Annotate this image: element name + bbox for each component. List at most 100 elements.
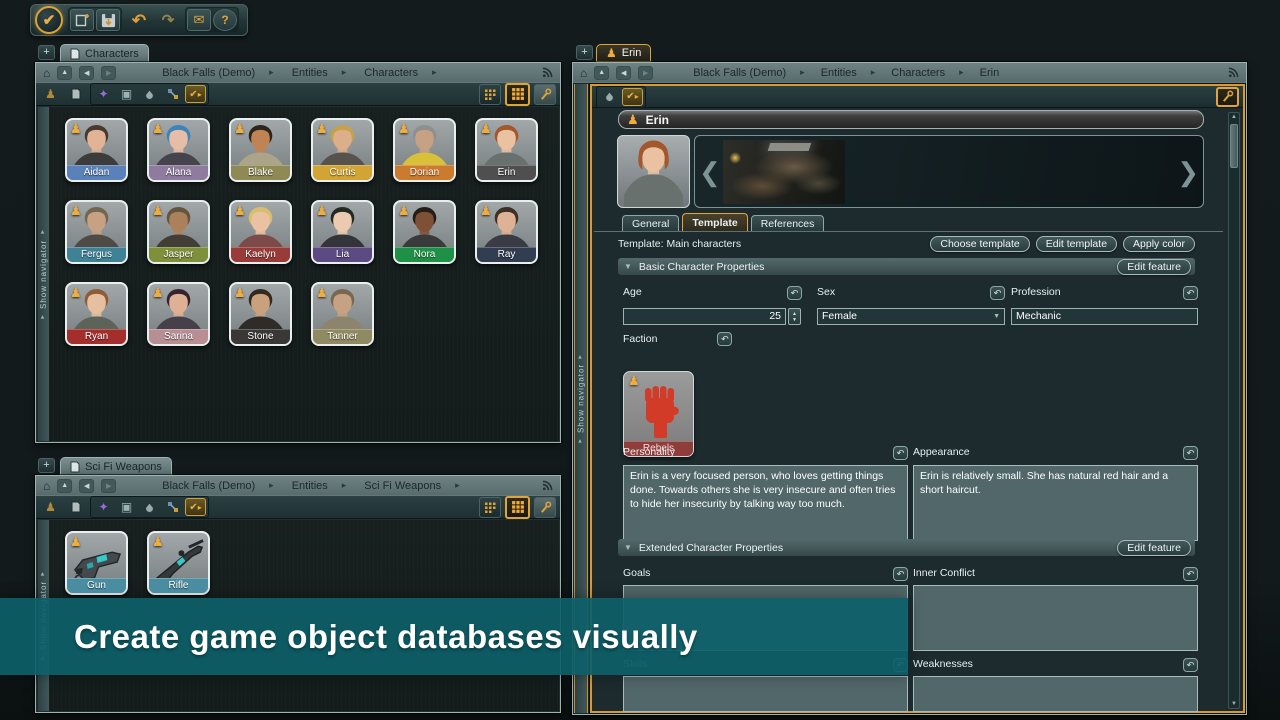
tools-button[interactable] bbox=[534, 497, 556, 518]
weapons-tab[interactable]: Sci Fi Weapons bbox=[60, 457, 172, 475]
entity-icon[interactable]: ♟ bbox=[40, 498, 61, 516]
revert-goals-button[interactable]: ↶ bbox=[893, 567, 908, 581]
entity-card[interactable]: ♟ Rifle bbox=[147, 531, 210, 595]
entity-card[interactable]: ♟ Lia bbox=[311, 200, 374, 264]
breadcrumb-item[interactable]: Sci Fi Weapons bbox=[364, 480, 441, 492]
home-icon[interactable]: ⌂ bbox=[580, 66, 587, 80]
age-stepper[interactable]: ▲▼ bbox=[788, 308, 801, 325]
breadcrumb-item[interactable]: Entities bbox=[821, 67, 857, 79]
scroll-up-icon[interactable]: ▲ bbox=[1229, 114, 1239, 120]
jump-to-icon[interactable]: ✔▸ bbox=[185, 498, 206, 516]
help-button[interactable]: ? bbox=[213, 9, 237, 31]
entity-card[interactable]: ♟ Sarina bbox=[147, 282, 210, 346]
grid-view-button[interactable] bbox=[505, 83, 530, 106]
extended-properties-header[interactable]: ▼ Extended Character Properties Edit fea… bbox=[618, 539, 1195, 556]
workshop-image[interactable] bbox=[723, 140, 845, 204]
weaknesses-textarea[interactable] bbox=[913, 676, 1198, 712]
forward-button[interactable]: ▶ bbox=[101, 66, 116, 80]
rss-icon[interactable] bbox=[542, 480, 553, 491]
show-navigator-toggle[interactable]: Show navigator bbox=[37, 107, 49, 441]
back-button[interactable]: ◀ bbox=[616, 66, 631, 80]
rss-icon[interactable] bbox=[542, 67, 553, 78]
entity-card[interactable]: ♟ Dorian bbox=[393, 118, 456, 182]
rss-icon[interactable] bbox=[1228, 67, 1239, 78]
entity-card[interactable]: ♟ Kaelyn bbox=[229, 200, 292, 264]
carousel-prev-icon[interactable]: ❮ bbox=[699, 159, 721, 185]
character-portrait[interactable] bbox=[617, 135, 690, 208]
new-document-button[interactable] bbox=[70, 9, 94, 31]
characters-tab[interactable]: Characters bbox=[60, 44, 149, 62]
frame-icon[interactable]: ▣ bbox=[116, 498, 137, 516]
appearance-textarea[interactable]: Erin is relatively small. She has natura… bbox=[913, 465, 1198, 541]
personality-textarea[interactable]: Erin is a very focused person, who loves… bbox=[623, 465, 908, 541]
entity-card[interactable]: ♟ Stone bbox=[229, 282, 292, 346]
breadcrumb-item[interactable]: Erin bbox=[980, 67, 1000, 79]
vertical-scrollbar[interactable]: ▲ ▼ bbox=[1228, 112, 1240, 709]
apply-color-button[interactable]: Apply color bbox=[1123, 236, 1195, 252]
entity-card[interactable]: ♟ Blake bbox=[229, 118, 292, 182]
object-title-bar[interactable]: ♟ Erin bbox=[618, 110, 1204, 129]
template-icon[interactable]: ✦ bbox=[93, 498, 114, 516]
scrollbar-thumb[interactable] bbox=[1230, 124, 1238, 168]
home-icon[interactable]: ⌂ bbox=[43, 66, 50, 80]
tab-general[interactable]: General bbox=[622, 215, 679, 232]
inner-conflict-textarea[interactable] bbox=[913, 585, 1198, 651]
app-logo-icon[interactable]: ✔ bbox=[35, 6, 63, 34]
breadcrumb-item[interactable]: Black Falls (Demo) bbox=[162, 67, 255, 79]
up-button[interactable]: ▲ bbox=[594, 66, 609, 80]
edit-feature-button[interactable]: Edit feature bbox=[1117, 259, 1191, 275]
list-view-button[interactable] bbox=[479, 84, 501, 105]
save-button[interactable] bbox=[96, 9, 120, 31]
forward-button[interactable]: ▶ bbox=[638, 66, 653, 80]
color-fill-icon[interactable] bbox=[139, 85, 160, 103]
connections-icon[interactable] bbox=[162, 85, 183, 103]
entity-card[interactable]: ♟ Nora bbox=[393, 200, 456, 264]
breadcrumb-item[interactable]: Black Falls (Demo) bbox=[162, 480, 255, 492]
sex-select[interactable]: Female ▼ bbox=[817, 308, 1005, 325]
journal-icon[interactable] bbox=[65, 498, 86, 516]
frame-icon[interactable]: ▣ bbox=[116, 85, 137, 103]
entity-card[interactable]: ♟ Fergus bbox=[65, 200, 128, 264]
revert-age-button[interactable]: ↶ bbox=[787, 286, 802, 300]
back-button[interactable]: ◀ bbox=[79, 479, 94, 493]
editor-new-tab-button[interactable]: + bbox=[576, 45, 593, 60]
carousel-next-icon[interactable]: ❯ bbox=[1177, 159, 1199, 185]
entity-card[interactable]: ♟ Tanner bbox=[311, 282, 374, 346]
entity-card[interactable]: ♟ Ryan bbox=[65, 282, 128, 346]
color-fill-icon[interactable] bbox=[139, 498, 160, 516]
up-button[interactable]: ▲ bbox=[57, 479, 72, 493]
faction-card[interactable]: ♟ Rebels bbox=[623, 371, 694, 457]
grid-view-button[interactable] bbox=[505, 496, 530, 519]
breadcrumb-item[interactable]: Characters bbox=[891, 67, 945, 79]
collapse-icon[interactable]: ▼ bbox=[624, 262, 632, 271]
breadcrumb-item[interactable]: Characters bbox=[364, 67, 418, 79]
entity-card[interactable]: ♟ Alana bbox=[147, 118, 210, 182]
revert-appearance-button[interactable]: ↶ bbox=[1183, 446, 1198, 460]
tools-button[interactable] bbox=[1216, 87, 1239, 107]
entity-card[interactable]: ♟ Gun bbox=[65, 531, 128, 595]
entity-card[interactable]: ♟ Aidan bbox=[65, 118, 128, 182]
forward-button[interactable]: ▶ bbox=[101, 479, 116, 493]
entity-card[interactable]: ♟ Erin bbox=[475, 118, 538, 182]
characters-new-tab-button[interactable]: + bbox=[38, 45, 55, 60]
revert-weaknesses-button[interactable]: ↶ bbox=[1183, 658, 1198, 672]
list-view-button[interactable] bbox=[479, 497, 501, 518]
edit-template-button[interactable]: Edit template bbox=[1036, 236, 1117, 252]
revert-sex-button[interactable]: ↶ bbox=[990, 286, 1005, 300]
breadcrumb-item[interactable]: Entities bbox=[292, 67, 328, 79]
entity-card[interactable]: ♟ Ray bbox=[475, 200, 538, 264]
back-button[interactable]: ◀ bbox=[79, 66, 94, 80]
revert-profession-button[interactable]: ↶ bbox=[1183, 286, 1198, 300]
edit-feature-button[interactable]: Edit feature bbox=[1117, 540, 1191, 556]
weapons-new-tab-button[interactable]: + bbox=[38, 458, 55, 473]
tools-button[interactable] bbox=[534, 84, 556, 105]
mail-button[interactable]: ✉ bbox=[187, 9, 211, 31]
connections-icon[interactable] bbox=[162, 498, 183, 516]
template-icon[interactable]: ✦ bbox=[93, 85, 114, 103]
breadcrumb-item[interactable]: Black Falls (Demo) bbox=[693, 67, 786, 79]
choose-template-button[interactable]: Choose template bbox=[930, 236, 1029, 252]
basic-properties-header[interactable]: ▼ Basic Character Properties Edit featur… bbox=[618, 258, 1195, 275]
revert-faction-button[interactable]: ↶ bbox=[717, 332, 732, 346]
jump-to-icon[interactable]: ✔▸ bbox=[622, 88, 643, 106]
home-icon[interactable]: ⌂ bbox=[43, 479, 50, 493]
